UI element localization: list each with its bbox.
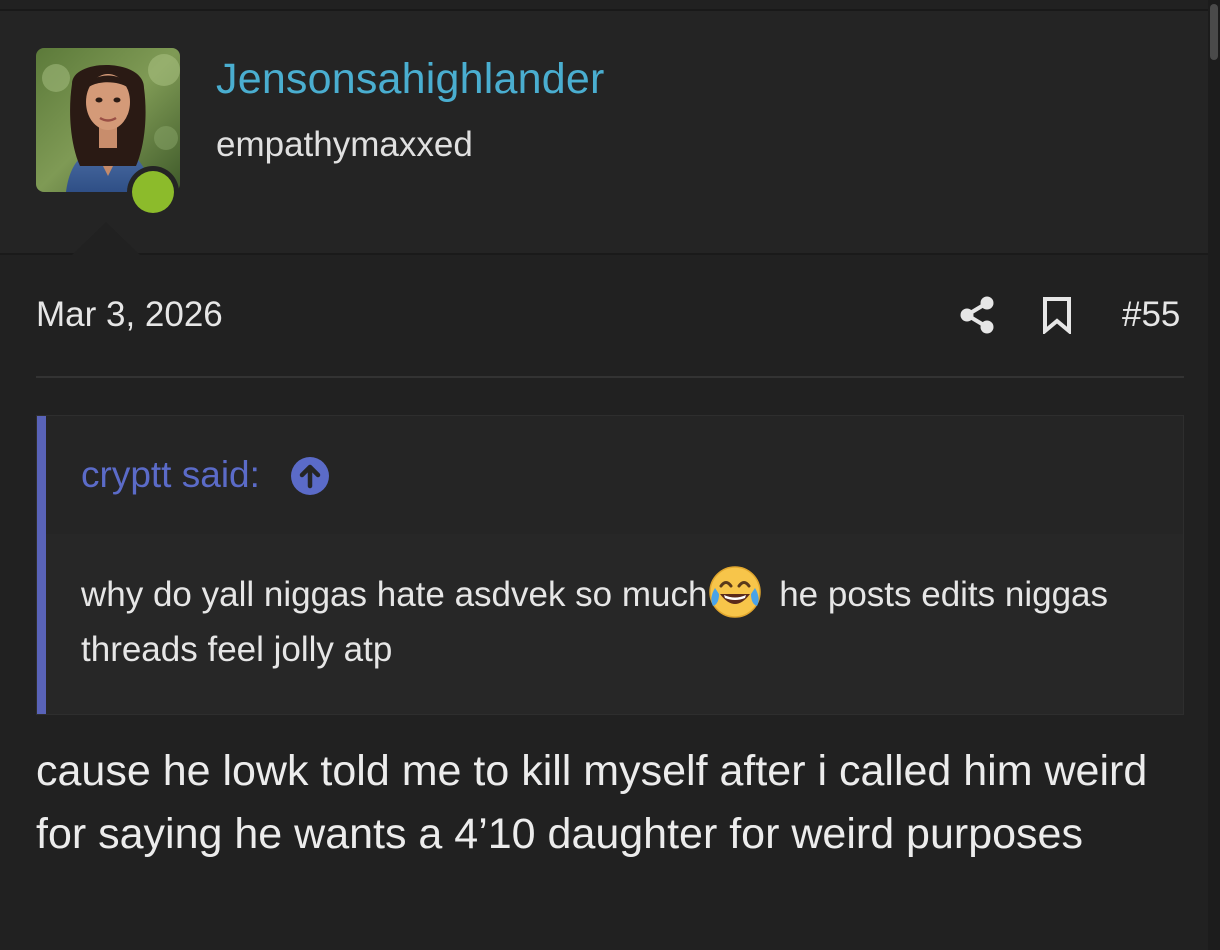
header-pointer-arrow [72,222,140,255]
thread-post: Jensonsahighlander empathymaxxed Mar 3, … [0,0,1220,950]
quote-text-start: why do yall niggas hate asdvek so much [81,575,708,614]
face-with-tears-of-joy-icon [709,566,762,618]
bookmark-icon[interactable] [1041,296,1073,334]
quote-accent-bar [37,416,46,714]
post-message-body: cause he lowk told me to kill myself aft… [36,747,1148,858]
quote-author-link[interactable]: cryptt said: [81,454,260,496]
message-user-header: Jensonsahighlander empathymaxxed [0,11,1208,255]
post-number-link[interactable]: #55 [1122,295,1180,335]
post-date-link[interactable]: Mar 3, 2026 [36,295,223,335]
quote-block: cryptt said: why do yall niggas hate asd… [36,415,1184,715]
online-status-indicator [127,166,179,218]
scrollbar-thumb[interactable] [1210,4,1218,60]
quote-body: why do yall niggas hate asdvek so much h… [81,564,1141,677]
user-title: empathymaxxed [216,125,473,164]
arrow-up-circle-icon[interactable] [290,456,330,496]
share-icon[interactable] [958,295,996,335]
scrollbar[interactable] [1208,0,1220,950]
post-divider [36,376,1184,378]
username-link[interactable]: Jensonsahighlander [216,55,605,104]
